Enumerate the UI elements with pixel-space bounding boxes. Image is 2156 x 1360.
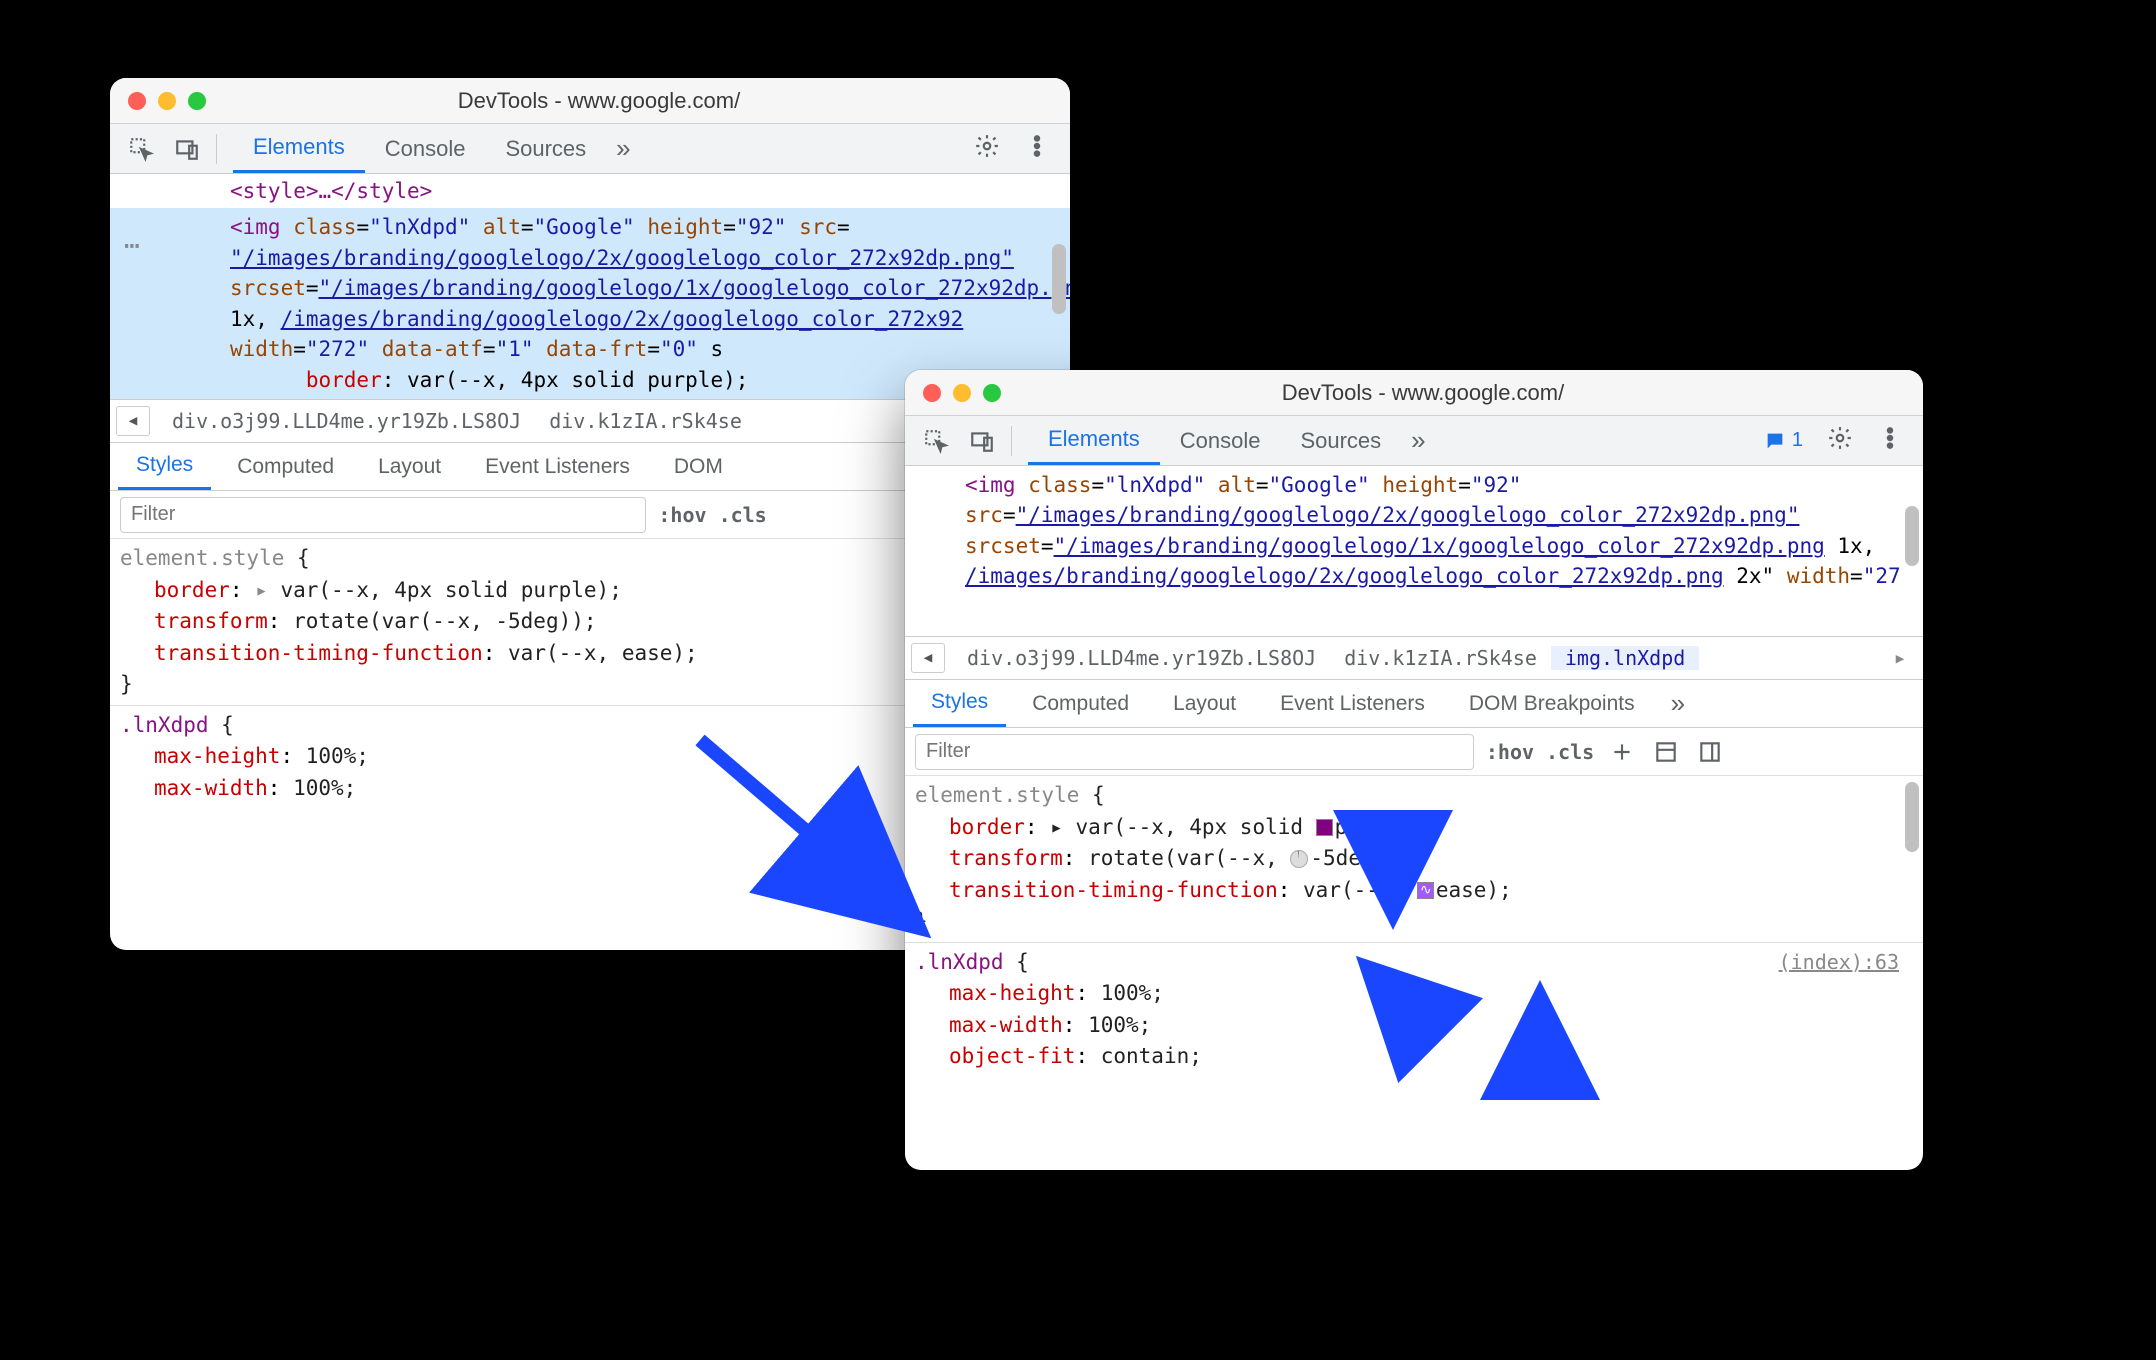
subtab-event-listeners[interactable]: Event Listeners (1262, 680, 1443, 727)
titlebar: DevTools - www.google.com/ (110, 78, 1070, 124)
zoom-icon[interactable] (983, 384, 1001, 402)
crumb-item[interactable]: div.k1zIA.rSk4se (1330, 646, 1551, 670)
traffic-lights (923, 384, 1001, 402)
new-rule-icon[interactable] (1606, 736, 1638, 768)
tab-elements[interactable]: Elements (233, 124, 365, 173)
subtab-layout[interactable]: Layout (360, 443, 459, 490)
styles-scrollbar[interactable] (1905, 782, 1919, 852)
dom-scrollbar[interactable] (1052, 244, 1066, 314)
color-swatch-icon[interactable] (1316, 819, 1333, 836)
hov-toggle[interactable]: :hov (1486, 740, 1534, 764)
tab-sources[interactable]: Sources (485, 124, 606, 173)
styles-filterbar: :hov .cls (905, 728, 1923, 776)
crumb-item[interactable]: div.o3j99.LLD4me.yr19Zb.LS8OJ (953, 646, 1330, 670)
more-subtabs-icon[interactable]: » (1661, 688, 1695, 719)
src-link[interactable]: "/images/branding/googlelogo/2x/googlelo… (230, 246, 1014, 270)
styles-panel[interactable]: element.style { border: ▸ var(--x, 4px s… (905, 776, 1923, 1077)
selector[interactable]: .lnXdpd (120, 713, 209, 737)
panel-tabs: Elements Console Sources » (233, 124, 641, 173)
cls-toggle[interactable]: .cls (719, 503, 767, 527)
css-declaration[interactable]: max-height: 100%; (915, 978, 1913, 1010)
breadcrumbs: ◂ div.o3j99.LLD4me.yr19Zb.LS8OJ div.k1zI… (905, 636, 1923, 680)
subtab-computed[interactable]: Computed (1014, 680, 1147, 727)
selector[interactable]: .lnXdpd (915, 950, 1004, 974)
source-link[interactable]: (index):63 (1779, 947, 1899, 977)
kebab-icon[interactable] (1014, 133, 1060, 164)
devtools-toolbar: Elements Console Sources » (110, 124, 1070, 174)
css-declaration[interactable]: max-width: 100%; (915, 1010, 1913, 1042)
dom-line: <style>…</style> (110, 174, 1070, 208)
angle-swatch-icon[interactable] (1290, 850, 1308, 868)
crumb-prev-icon[interactable]: ◂ (911, 643, 945, 673)
toggle-common-icon[interactable] (1650, 736, 1682, 768)
dom-node[interactable]: <img class="lnXdpd" alt="Google" height=… (905, 466, 1923, 596)
ellipsis-icon[interactable]: ⋯ (124, 228, 142, 266)
css-declaration[interactable]: transform: rotate(var(--x, -5deg)); (915, 843, 1913, 875)
titlebar: DevTools - www.google.com/ (905, 370, 1923, 416)
crumb-item[interactable]: div.o3j99.LLD4me.yr19Zb.LS8OJ (158, 409, 535, 433)
subtab-dom[interactable]: DOM (656, 443, 741, 490)
tab-elements[interactable]: Elements (1028, 416, 1160, 465)
tab-console[interactable]: Console (1160, 416, 1281, 465)
dom-scrollbar[interactable] (1905, 506, 1919, 566)
style-tag: <style>…</style> (230, 179, 432, 203)
selector[interactable]: element.style (120, 546, 284, 570)
crumb-prev-icon[interactable]: ◂ (116, 406, 150, 436)
divider (216, 134, 217, 164)
more-tabs-icon[interactable]: » (1401, 416, 1435, 465)
settings-icon[interactable] (1817, 425, 1863, 456)
subtab-styles[interactable]: Styles (913, 680, 1006, 727)
hov-toggle[interactable]: :hov (658, 503, 706, 527)
device-toggle-icon[interactable] (166, 128, 208, 170)
devtools-window-after: DevTools - www.google.com/ Elements Cons… (905, 370, 1923, 1170)
window-title: DevTools - www.google.com/ (1001, 380, 1905, 406)
window-title: DevTools - www.google.com/ (206, 88, 1052, 114)
close-icon[interactable] (128, 92, 146, 110)
close-icon[interactable] (923, 384, 941, 402)
settings-icon[interactable] (964, 133, 1010, 164)
inspect-icon[interactable] (120, 128, 162, 170)
css-declaration[interactable]: border: ▸ var(--x, 4px solid purple); (915, 812, 1913, 844)
more-tabs-icon[interactable]: » (606, 124, 640, 173)
selector[interactable]: element.style (915, 783, 1079, 807)
panel-tabs: Elements Console Sources » (1028, 416, 1436, 465)
subtab-dom-breakpoints[interactable]: DOM Breakpoints (1451, 680, 1653, 727)
cls-toggle[interactable]: .cls (1546, 740, 1594, 764)
tab-sources[interactable]: Sources (1280, 416, 1401, 465)
styles-subtabs: Styles Computed Layout Event Listeners D… (905, 680, 1923, 728)
traffic-lights (128, 92, 206, 110)
css-declaration[interactable]: transition-timing-function: var(--x, eas… (915, 875, 1913, 907)
subtab-computed[interactable]: Computed (219, 443, 352, 490)
crumb-item-active[interactable]: img.lnXdpd (1551, 646, 1699, 670)
src-link[interactable]: "/images/branding/googlelogo/2x/googlelo… (1016, 503, 1800, 527)
dom-tree[interactable]: <img class="lnXdpd" alt="Google" height=… (905, 466, 1923, 636)
subtab-layout[interactable]: Layout (1155, 680, 1254, 727)
inspect-icon[interactable] (915, 420, 957, 462)
dom-tree[interactable]: <style>…</style> ⋯ <img class="lnXdpd" a… (110, 174, 1070, 399)
kebab-icon[interactable] (1867, 425, 1913, 456)
subtab-event-listeners[interactable]: Event Listeners (467, 443, 648, 490)
subtab-styles[interactable]: Styles (118, 443, 211, 490)
tab-console[interactable]: Console (365, 124, 486, 173)
filter-input[interactable] (120, 497, 646, 533)
bezier-swatch-icon[interactable] (1417, 882, 1434, 899)
divider (1011, 426, 1012, 456)
filter-input[interactable] (915, 734, 1474, 770)
devtools-toolbar: Elements Console Sources » 1 (905, 416, 1923, 466)
css-declaration[interactable]: object-fit: contain; (915, 1041, 1913, 1073)
crumb-item[interactable]: div.k1zIA.rSk4se (535, 409, 756, 433)
minimize-icon[interactable] (158, 92, 176, 110)
device-toggle-icon[interactable] (961, 420, 1003, 462)
computed-sidebar-icon[interactable] (1694, 736, 1726, 768)
issues-badge[interactable]: 1 (1754, 429, 1813, 452)
crumb-next-icon[interactable]: ▸ (1883, 646, 1917, 671)
zoom-icon[interactable] (188, 92, 206, 110)
minimize-icon[interactable] (953, 384, 971, 402)
